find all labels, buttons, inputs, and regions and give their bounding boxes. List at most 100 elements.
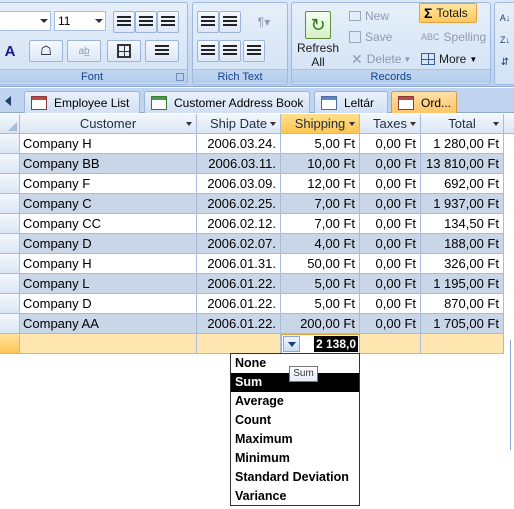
cell-taxes[interactable]: 0,00 Ft [360,214,421,234]
tab-customer-address-book[interactable]: Customer Address Book [144,91,310,113]
total-dropdown-button[interactable] [283,336,300,352]
cell-total[interactable]: 1 705,00 Ft [421,314,504,334]
cell-taxes[interactable]: 0,00 Ft [360,234,421,254]
cell-shipping[interactable]: 4,00 Ft [281,234,360,254]
cell-customer[interactable]: Company D [20,234,197,254]
cell-customer[interactable]: Company H [20,134,197,154]
datasheet-format-button[interactable] [145,40,179,62]
option-average[interactable]: Average [231,392,359,411]
cell-taxes[interactable]: 0,00 Ft [360,274,421,294]
clear-sort-button[interactable]: ⇵ [497,51,513,73]
cell-customer[interactable]: Company D [20,294,197,314]
cell-total[interactable]: 188,00 Ft [421,234,504,254]
align-left-button[interactable] [113,11,135,33]
row-selector[interactable] [0,294,20,314]
row-selector[interactable] [0,214,20,234]
cell-shipping[interactable]: 5,00 Ft [281,134,360,154]
column-header-customer[interactable]: Customer [20,114,197,134]
cell-ship-date[interactable]: 2006.02.25. [197,194,281,214]
cell-total[interactable]: 134,50 Ft [421,214,504,234]
cell-customer[interactable]: Company H [20,254,197,274]
cell-ship-date[interactable]: 2006.01.22. [197,294,281,314]
total-cell-taxes[interactable] [360,334,421,354]
tab-employee-list[interactable]: Employee List [24,91,140,113]
row-selector[interactable] [0,154,20,174]
cell-shipping[interactable]: 5,00 Ft [281,294,360,314]
total-shipping-combo[interactable]: 2 138,0 [281,334,360,354]
spelling-button[interactable]: ABC Spelling [420,26,488,48]
cell-total[interactable]: 326,00 Ft [421,254,504,274]
dialog-launcher-icon[interactable] [176,73,184,81]
fill-color-button[interactable]: ☖ [29,40,63,62]
sort-ascending-button[interactable]: A↓ [497,7,513,29]
tab-leltar[interactable]: Leltár [314,91,388,113]
scrollbar-edge[interactable] [510,340,514,450]
sort-descending-button[interactable]: Z↓ [497,29,513,51]
delete-record-button[interactable]: ✕ Delete ▼ [350,48,411,70]
more-button[interactable]: More ▼ [420,48,482,70]
cell-shipping[interactable]: 7,00 Ft [281,194,360,214]
total-cell-ship-date[interactable] [197,334,281,354]
cell-customer[interactable]: Company F [20,174,197,194]
row-selector[interactable] [0,134,20,154]
total-cell-customer[interactable] [20,334,197,354]
cell-customer[interactable]: Company L [20,274,197,294]
row-selector[interactable] [0,234,20,254]
tab-orders[interactable]: Ord... [391,91,457,113]
cell-total[interactable]: 1 937,00 Ft [421,194,504,214]
chevron-down-icon[interactable] [270,122,276,126]
chevron-down-icon[interactable] [410,122,416,126]
bullets-button[interactable] [197,40,219,62]
option-maximum[interactable]: Maximum [231,430,359,449]
cell-total[interactable]: 1 195,00 Ft [421,274,504,294]
cell-total[interactable]: 870,00 Ft [421,294,504,314]
align-center-button[interactable] [135,11,157,33]
option-count[interactable]: Count [231,411,359,430]
cell-customer[interactable]: Company AA [20,314,197,334]
numbering-button[interactable] [219,40,241,62]
gridlines-button[interactable] [107,40,141,62]
column-header-shipping[interactable]: Shipping [281,114,360,134]
cell-ship-date[interactable]: 2006.03.11. [197,154,281,174]
totals-button[interactable]: Σ Totals [419,3,477,23]
column-header-ship-date[interactable]: Ship Date [197,114,281,134]
row-selector[interactable] [0,254,20,274]
column-header-total[interactable]: Total [421,114,504,134]
font-name-combo[interactable] [0,11,51,31]
row-selector[interactable] [0,174,20,194]
row-selector[interactable] [0,314,20,334]
cell-shipping[interactable]: 200,00 Ft [281,314,360,334]
cell-shipping[interactable]: 12,00 Ft [281,174,360,194]
tab-scroll-left-icon[interactable] [5,96,11,106]
cell-taxes[interactable]: 0,00 Ft [360,174,421,194]
cell-total[interactable]: 692,00 Ft [421,174,504,194]
chevron-down-icon[interactable] [349,122,355,126]
cell-ship-date[interactable]: 2006.01.31. [197,254,281,274]
save-record-button[interactable]: Save [348,26,404,48]
cell-ship-date[interactable]: 2006.01.22. [197,274,281,294]
cell-shipping[interactable]: 7,00 Ft [281,214,360,234]
decrease-indent-button[interactable] [197,11,219,33]
cell-taxes[interactable]: 0,00 Ft [360,294,421,314]
refresh-all-button[interactable]: ↻ Refresh All [296,9,340,71]
cell-total[interactable]: 1 280,00 Ft [421,134,504,154]
cell-shipping[interactable]: 5,00 Ft [281,274,360,294]
option-minimum[interactable]: Minimum [231,449,359,468]
cell-shipping[interactable]: 50,00 Ft [281,254,360,274]
cell-total[interactable]: 13 810,00 Ft [421,154,504,174]
font-color-button[interactable]: A [0,40,21,62]
align-right-button[interactable] [157,11,179,33]
cell-shipping[interactable]: 10,00 Ft [281,154,360,174]
cell-ship-date[interactable]: 2006.03.09. [197,174,281,194]
cell-ship-date[interactable]: 2006.01.22. [197,314,281,334]
row-selector[interactable] [0,194,20,214]
font-size-combo[interactable]: 11 [54,11,106,31]
highlight-button[interactable] [243,40,265,62]
chevron-down-icon[interactable] [493,122,499,126]
option-standard-deviation[interactable]: Standard Deviation [231,468,359,487]
cell-customer[interactable]: Company C [20,194,197,214]
cell-ship-date[interactable]: 2006.02.07. [197,234,281,254]
row-selector[interactable] [0,334,20,354]
alternate-fill-button[interactable]: ab̲ [67,40,101,62]
cell-taxes[interactable]: 0,00 Ft [360,314,421,334]
